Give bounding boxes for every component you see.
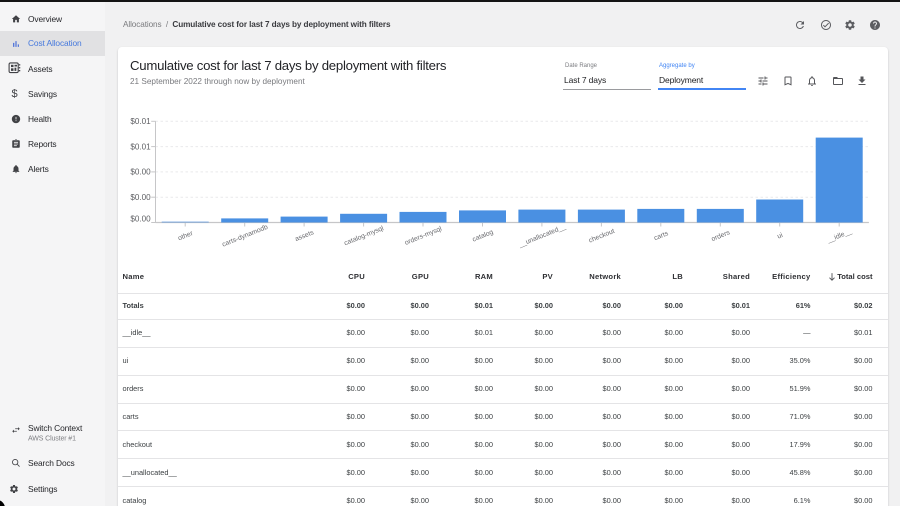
svg-text:__idle__: __idle__ xyxy=(825,228,853,245)
svg-text:$0.00: $0.00 xyxy=(130,193,151,202)
svg-text:carts-dynamodb: carts-dynamodb xyxy=(221,224,269,249)
svg-text:__unallocated__: __unallocated__ xyxy=(517,224,567,250)
svg-text:catalog: catalog xyxy=(471,229,494,244)
svg-text:carts: carts xyxy=(653,230,670,242)
svg-text:$0.01: $0.01 xyxy=(130,117,151,126)
svg-text:ui: ui xyxy=(776,232,784,241)
svg-text:other: other xyxy=(177,230,195,243)
svg-text:orders-mysql: orders-mysql xyxy=(404,225,443,246)
svg-text:$0.00: $0.00 xyxy=(130,215,151,224)
svg-text:$0.01: $0.01 xyxy=(130,142,151,151)
svg-text:$0.00: $0.00 xyxy=(130,168,151,177)
svg-text:orders: orders xyxy=(710,229,731,243)
svg-text:checkout: checkout xyxy=(588,228,616,245)
svg-text:catalog-mysql: catalog-mysql xyxy=(343,225,385,247)
svg-text:assets: assets xyxy=(294,229,315,243)
